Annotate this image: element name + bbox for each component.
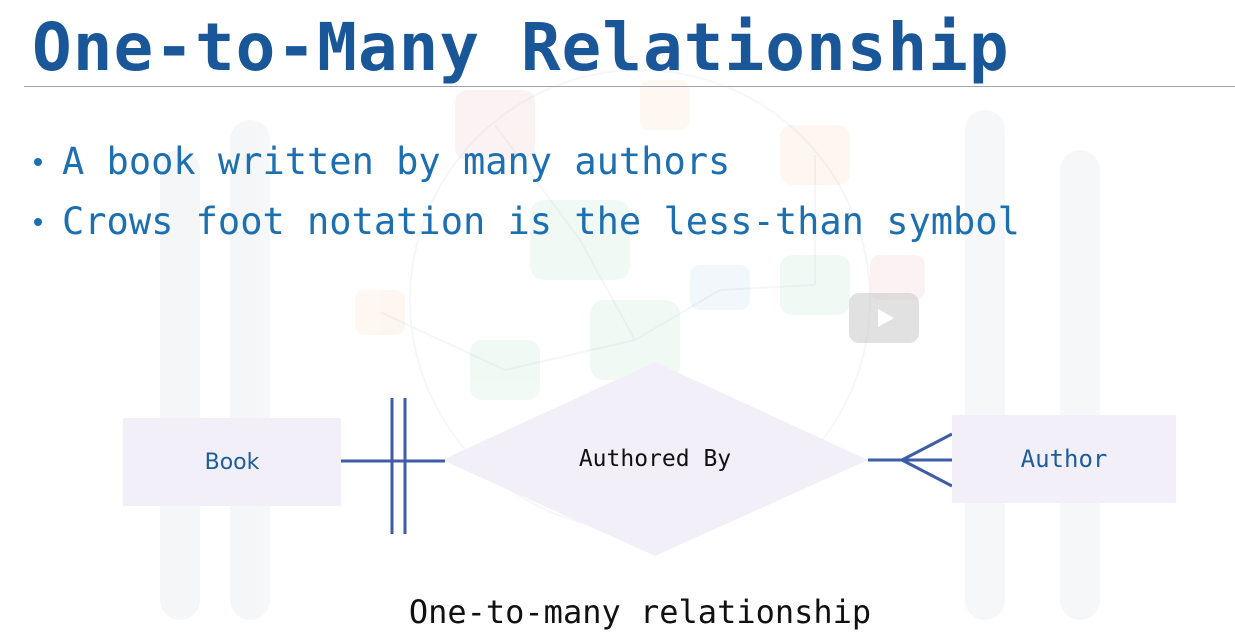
entity-book: Book	[123, 418, 341, 506]
entity-author: Author	[952, 415, 1176, 503]
crows-foot-lower	[901, 458, 953, 488]
diagram-caption: One-to-many relationship	[408, 593, 872, 631]
slide: One-to-Many Relationship A book written …	[0, 0, 1235, 641]
er-diagram	[341, 362, 953, 556]
crows-foot-upper	[901, 432, 953, 462]
relationship-label: Authored By	[578, 446, 732, 472]
entity-author-label: Author	[1020, 445, 1108, 473]
entity-book-label: Book	[204, 449, 260, 475]
